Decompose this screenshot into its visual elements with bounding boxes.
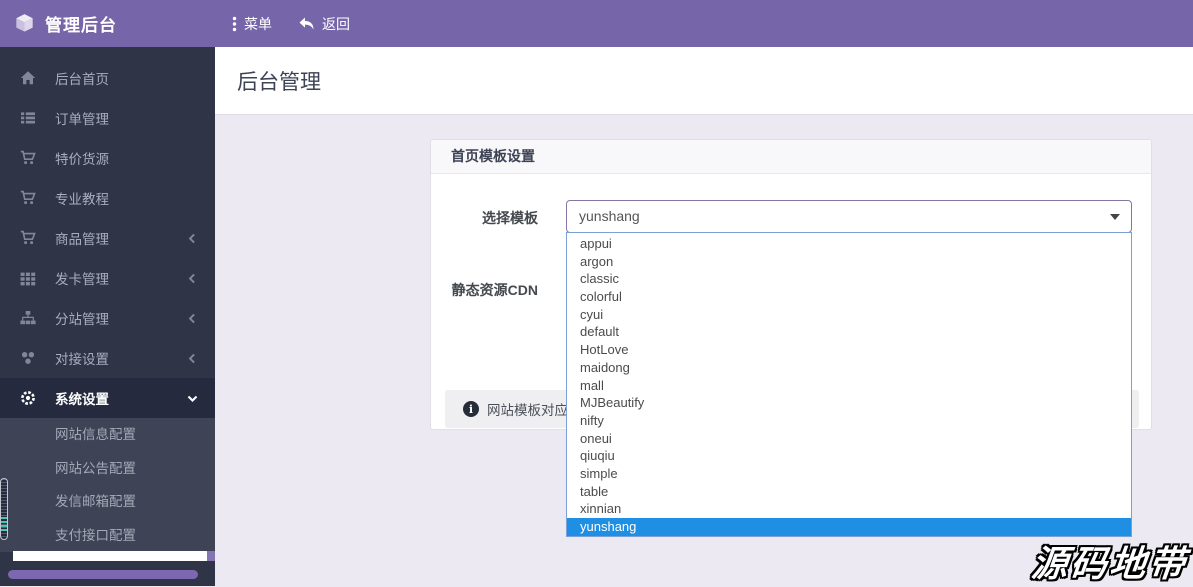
info-circle-icon: i <box>463 401 479 417</box>
dropdown-option[interactable]: MJBeautify <box>567 394 1131 412</box>
cart-icon <box>20 230 36 246</box>
grid-icon <box>20 270 36 286</box>
submenu-item-payment-config[interactable]: 支付接口配置 <box>0 519 215 553</box>
cart-icon <box>20 190 36 206</box>
cart-icon <box>20 150 36 166</box>
submenu-item-mail-config[interactable]: 发信邮箱配置 <box>0 485 215 519</box>
dropdown-option[interactable]: xinnian <box>567 500 1131 518</box>
back-button[interactable]: 返回 <box>298 14 350 34</box>
chevron-down-icon <box>186 392 199 405</box>
sidebar-item-products[interactable]: 商品管理 <box>0 218 215 258</box>
sidebar-item-label: 订单管理 <box>55 112 109 127</box>
app-title: 管理后台 <box>45 16 117 35</box>
sidebar-item-tutorials[interactable]: 专业教程 <box>0 178 215 218</box>
sidebar-item-orders[interactable]: 订单管理 <box>0 98 215 138</box>
info-alert-text: 网站模板对应 <box>487 403 568 418</box>
cdn-label: 静态资源CDN <box>451 282 538 298</box>
menu-button-label: 菜单 <box>244 15 272 32</box>
dropdown-option[interactable]: classic <box>567 270 1131 288</box>
dropdown-option[interactable]: nifty <box>567 412 1131 430</box>
panel-title: 首页模板设置 <box>431 140 1151 174</box>
sidebar-item-label: 专业教程 <box>55 192 109 207</box>
sidebar-item-dashboard[interactable]: 后台首页 <box>0 58 215 98</box>
home-icon <box>20 70 36 86</box>
sidebar-hscrollbar-track[interactable] <box>13 551 207 561</box>
submenu-item-site-info[interactable]: 网站信息配置 <box>0 418 215 452</box>
page-header: 后台管理 <box>215 47 1193 115</box>
sidebar-item-label: 发卡管理 <box>55 272 109 287</box>
sidebar-item-label: 商品管理 <box>55 232 109 247</box>
sidebar-item-label: 分站管理 <box>55 312 109 327</box>
sidebar-item-card-management[interactable]: 发卡管理 <box>0 258 215 298</box>
sitemap-icon <box>20 310 36 326</box>
dropdown-option[interactable]: colorful <box>567 288 1131 306</box>
dropdown-option[interactable]: default <box>567 323 1131 341</box>
reply-arrow-icon <box>298 16 315 31</box>
dropdown-option[interactable]: mall <box>567 377 1131 395</box>
cube-logo-icon <box>14 13 35 34</box>
dropdown-option[interactable]: cyui <box>567 306 1131 324</box>
sidebar-item-label: 系统设置 <box>55 392 109 407</box>
topbar: 管理后台 菜单 返回 <box>0 0 1193 47</box>
ellipsis-vertical-icon <box>232 16 237 32</box>
sidebar-hscrollbar-end <box>207 551 215 561</box>
sidebar-item-substations[interactable]: 分站管理 <box>0 298 215 338</box>
watermark: 源码地带 <box>1029 543 1190 585</box>
sidebar-item-label: 特价货源 <box>55 152 109 167</box>
sidebar-item-label: 对接设置 <box>55 352 109 367</box>
chevron-left-icon <box>186 272 199 285</box>
menu-button[interactable]: 菜单 <box>232 14 272 34</box>
sidebar-item-special-supply[interactable]: 特价货源 <box>0 138 215 178</box>
dropdown-option[interactable]: simple <box>567 465 1131 483</box>
template-select[interactable]: yunshang <box>566 200 1132 233</box>
sidebar-minimap-scrollbar[interactable] <box>0 478 8 540</box>
template-select-value: yunshang <box>579 208 640 224</box>
gear-icon <box>20 390 36 406</box>
chevron-left-icon <box>186 232 199 245</box>
submenu-item-site-notice[interactable]: 网站公告配置 <box>0 452 215 486</box>
list-icon <box>20 110 36 126</box>
sidebar-item-label: 后台首页 <box>55 72 109 87</box>
chevron-left-icon <box>186 312 199 325</box>
dropdown-option[interactable]: oneui <box>567 430 1131 448</box>
dropdown-option[interactable]: appui <box>567 235 1131 253</box>
nodes-icon <box>20 350 36 366</box>
dropdown-option[interactable]: qiuqiu <box>567 447 1131 465</box>
dropdown-option[interactable]: HotLove <box>567 341 1131 359</box>
system-settings-submenu: 网站信息配置 网站公告配置 发信邮箱配置 支付接口配置 <box>0 418 215 552</box>
sidebar-item-system-settings[interactable]: 系统设置 <box>0 378 215 418</box>
template-settings-panel: 首页模板设置 选择模板 静态资源CDN i 网站模板对应 yunshang ap… <box>430 139 1152 537</box>
sidebar-item-integration[interactable]: 对接设置 <box>0 338 215 378</box>
chevron-left-icon <box>186 352 199 365</box>
dropdown-list: appui argon classic colorful cyui default HotL… <box>566 232 1132 537</box>
dropdown-option[interactable]: maidong <box>567 359 1131 377</box>
dropdown-option[interactable]: table <box>567 483 1131 501</box>
page-title: 后台管理 <box>237 70 321 94</box>
back-button-label: 返回 <box>322 15 350 32</box>
sidebar: 后台首页 订单管理 特价货源 专业教程 商品管理 发卡管理 分站管理 对接设置 … <box>0 47 215 586</box>
app-brand: 管理后台 <box>0 11 216 36</box>
sidebar-nav: 后台首页 订单管理 特价货源 专业教程 商品管理 发卡管理 分站管理 对接设置 … <box>0 47 215 552</box>
topbar-nav: 菜单 返回 <box>232 14 350 34</box>
caret-down-icon <box>1110 214 1120 220</box>
select-template-label: 选择模板 <box>482 210 538 226</box>
sidebar-hscrollbar-thumb[interactable] <box>8 570 198 579</box>
dropdown-option[interactable]: argon <box>567 253 1131 271</box>
dropdown-option[interactable]: yunshang <box>567 518 1131 536</box>
